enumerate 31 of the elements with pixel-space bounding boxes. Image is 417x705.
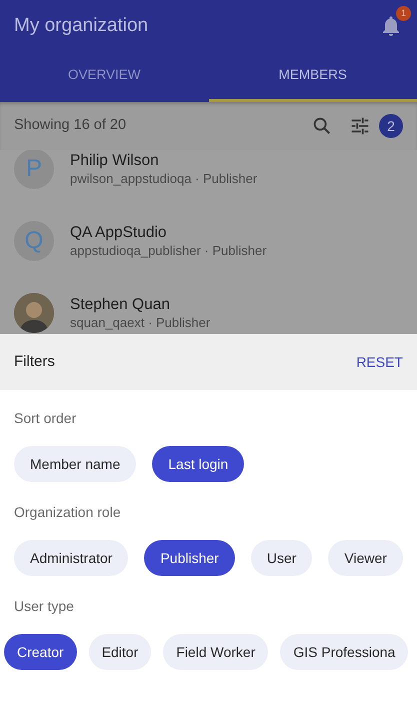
sheet-title: Filters bbox=[14, 352, 55, 372]
member-detail: appstudioqa_publisher · Publisher bbox=[70, 242, 267, 259]
filter-chip[interactable]: GIS Professiona bbox=[280, 634, 408, 670]
results-summary: Showing 16 of 20 bbox=[14, 116, 128, 136]
member-name: Philip Wilson bbox=[70, 151, 160, 171]
filter-chip[interactable]: Creator bbox=[4, 634, 77, 670]
filter-count: 2 bbox=[379, 114, 403, 138]
filter-chip[interactable]: User bbox=[250, 540, 312, 576]
reset-button[interactable]: RESET bbox=[356, 352, 403, 372]
member-detail: pwilson_appstudioqa · Publisher bbox=[70, 170, 258, 187]
filter-chip[interactable]: Viewer bbox=[328, 540, 403, 576]
filter-chip[interactable]: Publisher bbox=[144, 540, 235, 576]
filter-chip[interactable]: Field Worker bbox=[163, 634, 268, 670]
section-label: Sort order bbox=[13, 409, 78, 428]
avatar-initial: Q bbox=[14, 221, 54, 261]
member-name: QA AppStudio bbox=[70, 223, 168, 243]
filter-chip[interactable]: Administrator bbox=[14, 540, 128, 576]
section-label: User type bbox=[13, 597, 75, 616]
avatar-initial: P bbox=[14, 150, 54, 189]
avatar-icon bbox=[14, 293, 54, 333]
search-icon[interactable] bbox=[311, 115, 333, 137]
filter-chip[interactable]: Member name bbox=[14, 446, 136, 482]
member-detail: squan_qaext · Publisher bbox=[70, 314, 210, 331]
notification-count: 1 bbox=[396, 6, 411, 21]
app-title: My organization bbox=[14, 14, 148, 38]
filter-chip[interactable]: Last login bbox=[152, 446, 244, 482]
member-name: Stephen Quan bbox=[70, 295, 171, 315]
filter-icon[interactable] bbox=[349, 115, 371, 137]
tab[interactable]: OVERVIEW bbox=[0, 52, 208, 102]
filter-chip[interactable]: Editor bbox=[88, 634, 152, 670]
section-label: Organization role bbox=[13, 503, 122, 522]
